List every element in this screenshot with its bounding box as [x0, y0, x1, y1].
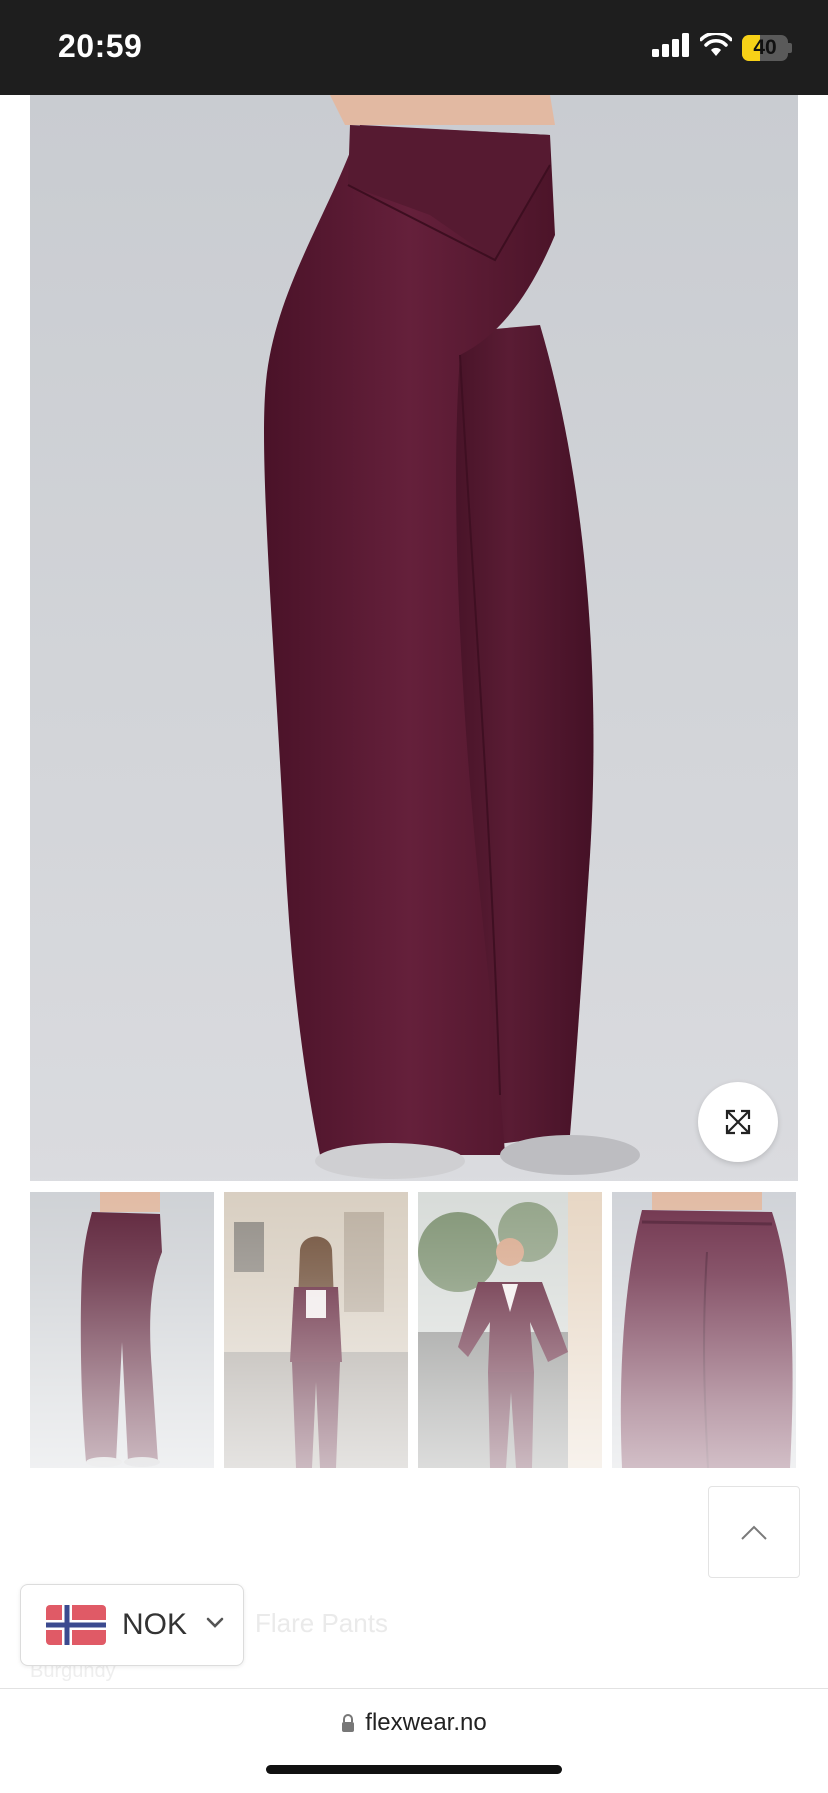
battery-tip — [788, 42, 792, 53]
url-display[interactable]: flexwear.no — [0, 1709, 828, 1737]
wifi-icon — [699, 31, 733, 62]
thumbnail-2[interactable] — [224, 1192, 408, 1468]
thumbnail-1[interactable] — [30, 1192, 214, 1468]
status-bar: 20:59 40 — [0, 0, 828, 95]
battery-percent: 40 — [753, 35, 777, 59]
status-time: 20:59 — [58, 28, 143, 64]
chevron-up-icon — [741, 1525, 767, 1540]
battery-icon: 40 — [742, 34, 788, 61]
thumbnail-4[interactable] — [612, 1192, 796, 1468]
chevron-down-icon — [205, 1616, 225, 1635]
url-text: flexwear.no — [365, 1709, 487, 1736]
norway-flag-icon — [46, 1605, 106, 1645]
status-icons: 40 — [652, 31, 792, 62]
currency-label: NOK — [122, 1608, 188, 1641]
thumbnail-strip — [30, 1192, 798, 1468]
pants-illustration — [264, 95, 640, 1179]
browser-address-bar[interactable]: flexwear.no — [0, 1688, 828, 1793]
product-title: Flare Pants — [255, 1608, 388, 1638]
expand-image-button[interactable] — [698, 1082, 778, 1162]
signal-icon — [652, 33, 690, 62]
lock-icon — [342, 1714, 355, 1732]
home-indicator[interactable] — [266, 1765, 562, 1774]
product-main-image[interactable] — [30, 95, 798, 1181]
expand-icon — [725, 1109, 751, 1135]
thumbnail-3[interactable] — [418, 1192, 602, 1468]
back-to-top-button[interactable] — [708, 1486, 800, 1578]
currency-selector[interactable]: NOK — [20, 1584, 244, 1666]
